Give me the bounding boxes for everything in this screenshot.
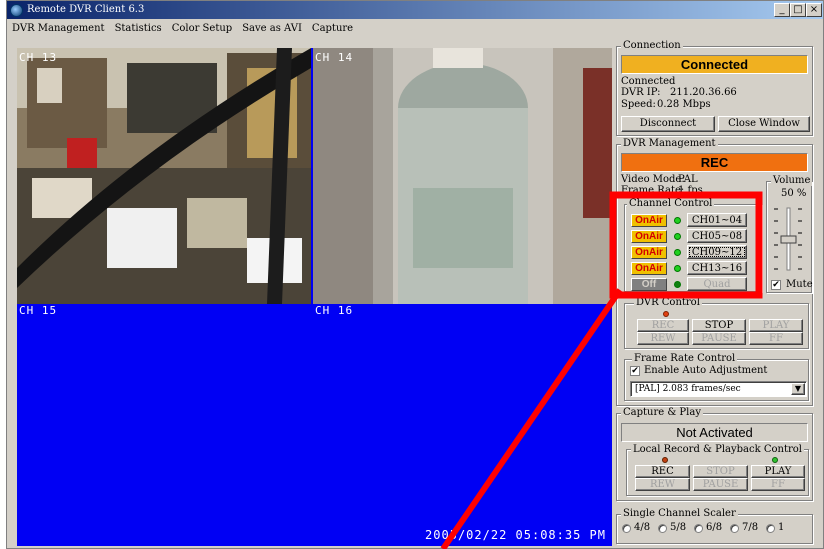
annotation-arrow-line [440,288,623,549]
annotation-overlay [440,191,763,549]
annotation-highlight-box [609,191,763,299]
